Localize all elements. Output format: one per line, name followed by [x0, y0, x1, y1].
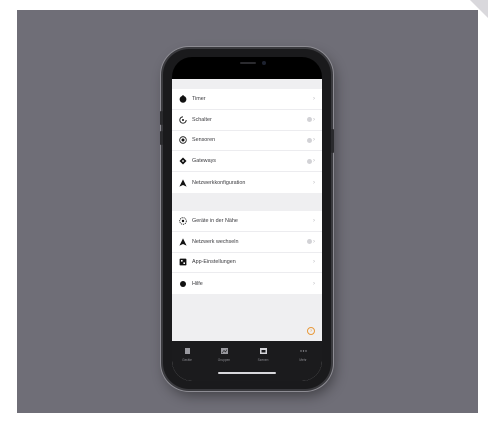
status-badge [307, 158, 312, 164]
more-tab-icon [299, 350, 307, 352]
tab-label: Mehr [299, 358, 307, 362]
help-circle-icon [179, 280, 187, 288]
menu-item-schalter[interactable]: Schalter › [172, 110, 322, 131]
menu-item-timer[interactable]: Timer › [172, 89, 322, 110]
volume-down-button [160, 131, 163, 145]
notch [212, 57, 282, 71]
menu-item-label: Netzwerk wechseln [192, 238, 239, 245]
chevron-right-icon: › [313, 137, 315, 144]
paper-corner-fold [470, 0, 488, 18]
menu-item-label: Schalter [192, 116, 212, 123]
tab-szenen[interactable]: Szenen [248, 348, 278, 362]
chevron-right-icon: › [313, 179, 315, 186]
tab-mehr[interactable]: Mehr [288, 348, 318, 362]
help-icon[interactable]: ? [307, 327, 315, 335]
menu-item-app-einstellungen[interactable]: App-Einstellungen › [172, 253, 322, 274]
network-switch-icon [179, 238, 187, 246]
groups-tab-icon [220, 348, 228, 354]
tab-label: Szenen [257, 358, 269, 362]
chevron-right-icon: › [313, 116, 315, 123]
menu-item-label: App-Einstellungen [192, 259, 236, 266]
status-badge [307, 239, 312, 245]
menu-item-label: Sensoren [192, 137, 216, 144]
earpiece-speaker [240, 62, 256, 64]
home-indicator[interactable] [218, 372, 276, 374]
menu-item-label: Timer [192, 95, 206, 102]
menu-item-gateways[interactable]: Gateways › [172, 151, 322, 173]
menu-item-hilfe[interactable]: Hilfe › [172, 273, 322, 294]
menu-item-netzwerkkonfiguration[interactable]: Netzwerkkonfiguration › [172, 172, 322, 193]
menu-item-label: Hilfe [192, 280, 203, 287]
app-content: Timer › Schalter › Sensoren › Gateways ›… [172, 79, 322, 381]
chevron-right-icon: › [313, 158, 315, 165]
menu-item-sensoren[interactable]: Sensoren › [172, 131, 322, 152]
menu-item-label: Netzwerkkonfiguration [192, 179, 246, 186]
nearby-devices-icon [179, 217, 187, 225]
devices-tab-icon [184, 348, 190, 354]
switch-icon [179, 116, 187, 124]
status-badge [307, 137, 312, 143]
scenes-tab-icon [259, 348, 267, 354]
chevron-right-icon: › [313, 238, 315, 245]
menu-group-main: Timer › Schalter › Sensoren › Gateways ›… [172, 89, 322, 193]
bottom-tab-bar: Geräte Gruppen Szenen Mehr [172, 341, 322, 381]
menu-item-geraete-in-der-naehe[interactable]: Geräte in der Nähe › [172, 211, 322, 232]
network-icon [179, 178, 187, 187]
smartphone-mockup: Timer › Schalter › Sensoren › Gateways ›… [160, 49, 334, 389]
status-badge [307, 117, 312, 123]
front-camera [262, 61, 266, 65]
tab-gruppen[interactable]: Gruppen [209, 348, 239, 362]
menu-item-netzwerk-wechseln[interactable]: Netzwerk wechseln › [172, 232, 322, 253]
chevron-right-icon: › [313, 259, 315, 266]
tab-geraete[interactable]: Geräte [172, 348, 202, 362]
menu-item-label: Geräte in der Nähe [192, 217, 238, 224]
phone-screen: Timer › Schalter › Sensoren › Gateways ›… [172, 57, 322, 381]
menu-group-secondary: Geräte in der Nähe › Netzwerk wechseln ›… [172, 211, 322, 295]
volume-up-button [160, 111, 163, 125]
sensor-icon [179, 136, 187, 145]
tab-label: Gruppen [217, 358, 231, 362]
menu-item-label: Gateways [192, 158, 216, 165]
chevron-right-icon: › [313, 95, 315, 102]
power-button [331, 129, 334, 153]
gateway-icon [179, 157, 187, 165]
chevron-right-icon: › [313, 217, 315, 224]
tab-label: Geräte [182, 358, 192, 362]
chevron-right-icon: › [313, 280, 315, 287]
app-settings-icon [179, 258, 187, 266]
stopwatch-icon [179, 94, 187, 103]
